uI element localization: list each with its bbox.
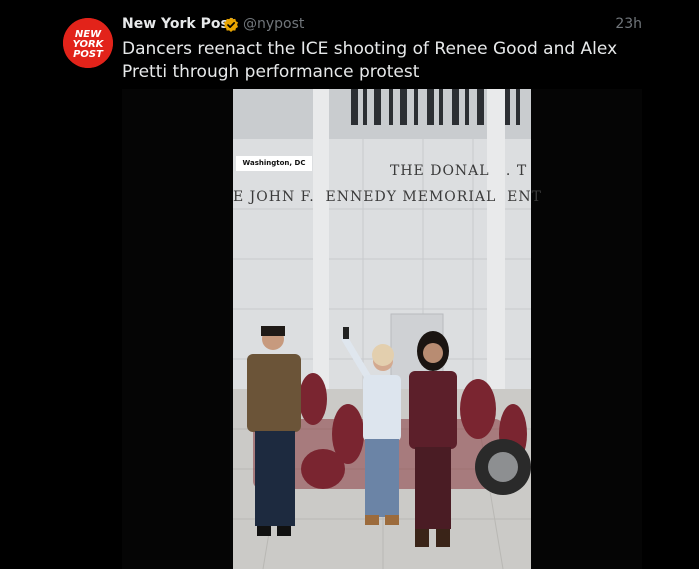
tweet-text: Dancers reenact the ICE shooting of Rene… bbox=[122, 39, 618, 82]
building-sign-line-1: THE DONAL . T bbox=[390, 163, 528, 179]
performer-left bbox=[247, 326, 301, 536]
tweet-card[interactable]: NEW YORK POST New York Post @nypost 23h … bbox=[0, 0, 699, 569]
account-avatar[interactable]: NEW YORK POST bbox=[63, 18, 113, 68]
new-york-post-logo: NEW YORK POST bbox=[63, 18, 113, 68]
building-sign-line-2: E JOHN F. ENNEDY MEMORIAL ENT bbox=[233, 189, 542, 205]
tweet-header: New York Post @nypost 23h bbox=[122, 16, 642, 36]
account-handle[interactable]: @nypost bbox=[243, 16, 304, 32]
svg-text:POST: POST bbox=[73, 49, 104, 60]
account-name[interactable]: New York Post bbox=[122, 16, 235, 32]
verified-badge-icon bbox=[224, 17, 238, 32]
post-timestamp[interactable]: 23h bbox=[615, 16, 642, 32]
location-label: Washington, DC bbox=[236, 156, 312, 171]
